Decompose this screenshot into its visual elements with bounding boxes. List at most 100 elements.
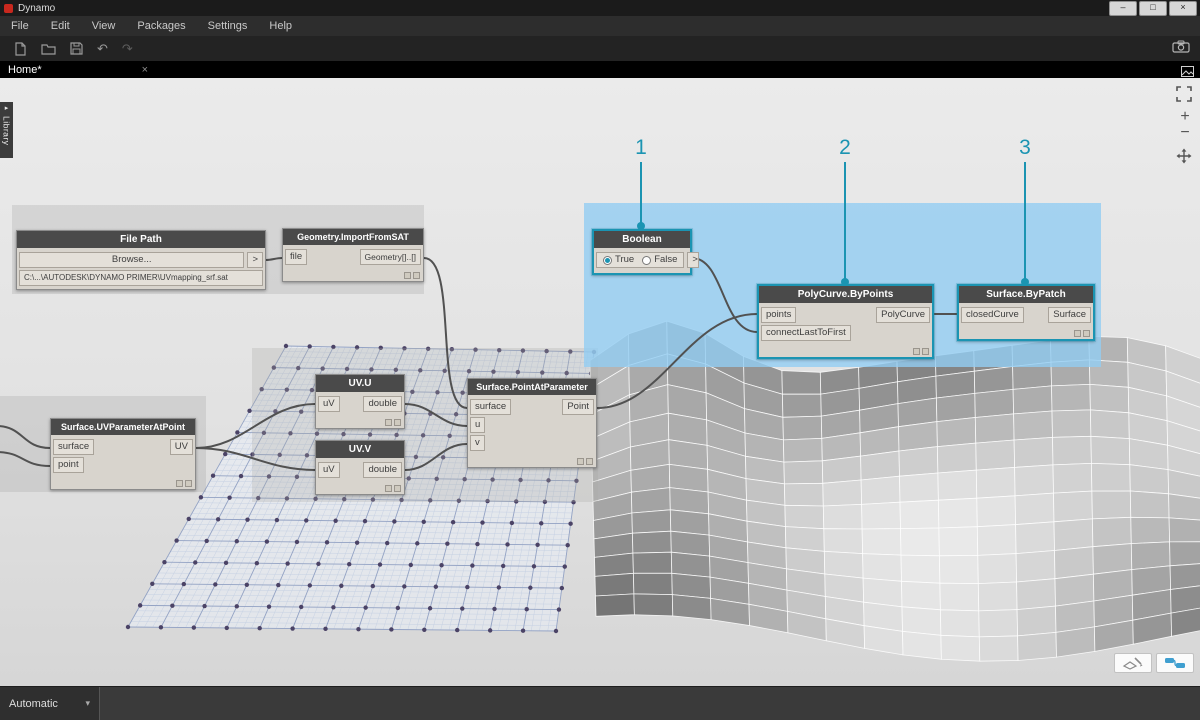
menubar: File Edit View Packages Settings Help [0, 16, 1200, 36]
library-arrow-icon: ▸ [4, 105, 9, 112]
toolbar: ↶ ↷ [0, 36, 1200, 61]
radio-false[interactable]: False [642, 254, 677, 266]
node-title[interactable]: UV.U [316, 375, 404, 392]
node-title[interactable]: Surface.PointAtParameter [468, 379, 596, 395]
input-port[interactable]: closedCurve [961, 307, 1024, 323]
callout-1-dot [637, 222, 645, 230]
lacing-icon[interactable] [176, 480, 192, 487]
node-import-from-sat[interactable]: Geometry.ImportFromSAT file Geometry[]..… [282, 228, 424, 282]
browse-button[interactable]: Browse... [19, 252, 245, 268]
input-port[interactable]: uV [318, 396, 340, 412]
node-polycurve-bypoints[interactable]: PolyCurve.ByPoints points PolyCurve conn… [757, 284, 934, 359]
output-port[interactable]: Point [562, 399, 594, 415]
output-port[interactable]: > [687, 252, 700, 268]
redo-icon[interactable]: ↷ [122, 41, 133, 57]
close-button[interactable]: × [1169, 1, 1197, 16]
input-port[interactable]: file [285, 249, 308, 265]
output-port[interactable]: PolyCurve [876, 307, 930, 323]
menu-settings[interactable]: Settings [197, 16, 259, 36]
input-port[interactable]: surface [53, 439, 95, 455]
node-boolean[interactable]: Boolean True False > [592, 229, 700, 275]
node-title[interactable]: PolyCurve.ByPoints [759, 286, 932, 303]
node-point-at-parameter[interactable]: Surface.PointAtParameter surface Point u… [467, 378, 597, 468]
tab-home[interactable]: Home* × [0, 61, 156, 78]
lacing-icon[interactable] [577, 458, 593, 465]
node-uv-u[interactable]: UV.U uV double [315, 374, 405, 429]
tab-home-label: Home* [8, 63, 42, 76]
input-port[interactable]: points [761, 307, 797, 323]
library-tab[interactable]: ▸ Library [0, 102, 13, 158]
callout-2-dot [841, 278, 849, 286]
graph-view-button[interactable] [1156, 653, 1194, 673]
new-file-icon[interactable] [14, 41, 27, 56]
lacing-icon[interactable] [385, 419, 401, 426]
node-file-path[interactable]: File Path Browse... > C:\...\AUTODESK\DY… [16, 230, 266, 290]
titlebar[interactable]: Dynamo – □ × [0, 0, 1200, 16]
run-mode-dropdown[interactable]: Automatic ▾ [0, 687, 100, 720]
canvas[interactable]: File Path Browse... > C:\...\AUTODESK\DY… [0, 78, 1200, 686]
node-title[interactable]: Surface.UVParameterAtPoint [51, 419, 195, 435]
node-title[interactable]: File Path [17, 231, 265, 248]
preview-geometry [125, 320, 1200, 662]
input-port[interactable]: point [53, 457, 84, 473]
zoom-out-button[interactable]: − [1177, 125, 1193, 141]
input-port[interactable]: u [470, 417, 486, 433]
node-title[interactable]: Boolean [594, 231, 690, 248]
geometry-view-button[interactable] [1114, 653, 1152, 673]
node-title[interactable]: Surface.ByPatch [959, 286, 1093, 303]
node-uv-v[interactable]: UV.V uV double [315, 440, 405, 495]
menu-file[interactable]: File [0, 16, 40, 36]
tabbar: Home* × [0, 61, 1200, 78]
lacing-icon[interactable] [913, 348, 929, 355]
close-tab-icon[interactable]: × [142, 64, 148, 76]
output-port[interactable]: > [247, 252, 263, 268]
pan-button[interactable] [1176, 148, 1192, 169]
callout-3: 3 [1019, 136, 1031, 159]
input-port[interactable]: v [470, 435, 485, 451]
lacing-icon[interactable] [1074, 330, 1090, 337]
callout-3-line [1024, 162, 1026, 281]
save-icon[interactable] [70, 42, 83, 55]
minimize-button[interactable]: – [1109, 1, 1137, 16]
callout-3-dot [1021, 278, 1029, 286]
wires [0, 257, 958, 471]
radio-true[interactable]: True [603, 254, 634, 266]
node-title[interactable]: UV.V [316, 441, 404, 458]
node-uv-parameter-at-point[interactable]: Surface.UVParameterAtPoint surface UV po… [50, 418, 196, 490]
boolean-options: True False [596, 252, 685, 268]
node-title[interactable]: Geometry.ImportFromSAT [283, 229, 423, 245]
menu-edit[interactable]: Edit [40, 16, 81, 36]
input-port[interactable]: uV [318, 462, 340, 478]
callout-2-line [844, 162, 846, 281]
output-port[interactable]: double [363, 462, 402, 478]
undo-icon[interactable]: ↶ [97, 41, 108, 57]
menu-packages[interactable]: Packages [126, 16, 196, 36]
output-port[interactable]: UV [169, 439, 193, 455]
callout-1: 1 [635, 136, 647, 159]
menu-help[interactable]: Help [258, 16, 303, 36]
file-path-value: C:\...\AUTODESK\DYNAMO PRIMER\UVmapping_… [19, 270, 263, 286]
input-port[interactable]: surface [470, 399, 512, 415]
dynamo-window: Dynamo – □ × File Edit View Packages Set… [0, 0, 1200, 720]
output-port[interactable]: Geometry[]..[] [359, 249, 421, 265]
dynamo-logo-icon [4, 3, 13, 13]
node-surface-bypatch[interactable]: Surface.ByPatch closedCurve Surface [957, 284, 1095, 341]
zoom-in-button[interactable]: + [1177, 109, 1193, 125]
open-file-icon[interactable] [41, 42, 56, 55]
output-port[interactable]: double [363, 396, 402, 412]
lacing-icon[interactable] [404, 272, 420, 279]
export-image-icon[interactable] [1172, 40, 1190, 58]
input-port[interactable]: connectLastToFirst [761, 325, 851, 341]
chevron-down-icon: ▾ [85, 698, 90, 708]
output-port[interactable]: Surface [1048, 307, 1091, 323]
statusbar: Automatic ▾ [0, 686, 1200, 720]
menu-view[interactable]: View [81, 16, 127, 36]
graph-view-icon [1165, 658, 1185, 668]
library-label: Library [1, 116, 12, 146]
lacing-icon[interactable] [385, 485, 401, 492]
maximize-button[interactable]: □ [1139, 1, 1167, 16]
zoom-fit-button[interactable] [1176, 86, 1192, 107]
geometry-view-icon [1122, 657, 1143, 670]
run-mode-value: Automatic [9, 697, 58, 710]
callout-2: 2 [839, 136, 851, 159]
